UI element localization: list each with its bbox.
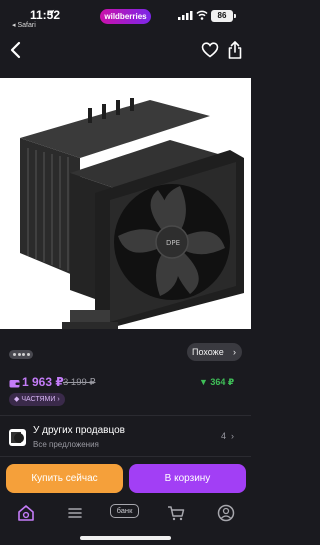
chevron-right-icon: › [231, 431, 235, 441]
other-sellers-subtitle: Все предложения [33, 440, 99, 449]
cpu-cooler-illustration: DPE [20, 98, 244, 329]
gallery-pager[interactable] [9, 350, 33, 359]
fan-hub-logo: DPE [166, 239, 180, 247]
wallet-icon [9, 380, 20, 388]
product-details: Похоже › 1 963 ₽ 3 199 ₽ ▼ 364 ₽ ◆ ЧАСТЯ… [0, 329, 251, 545]
similar-label: Похоже [192, 347, 224, 357]
status-bar: 11:52 ◂ Safari wildberries 86 [0, 0, 251, 30]
chevron-right-icon: › [233, 347, 236, 357]
old-price: 3 199 ₽ [63, 377, 96, 388]
brand-pill: wildberries [100, 9, 151, 24]
location-arrow-icon [47, 9, 55, 17]
home-icon[interactable] [16, 503, 36, 523]
cashback-badge[interactable]: ▼ 364 ₽ [199, 377, 234, 388]
product-image[interactable]: DPE [0, 78, 251, 329]
wifi-icon [196, 10, 208, 20]
heart-icon[interactable] [201, 41, 219, 59]
seller-product-thumbnail [9, 429, 26, 446]
installments-badge[interactable]: ◆ ЧАСТЯМИ › [9, 393, 65, 406]
bottom-tab-bar: банк [0, 499, 251, 529]
top-navigation [0, 30, 251, 78]
catalog-icon[interactable] [65, 503, 85, 523]
back-to-safari-link[interactable]: ◂ Safari [12, 21, 36, 29]
buy-now-button[interactable]: Купить сейчас [6, 464, 123, 493]
current-price: 1 963 ₽ [22, 375, 64, 389]
bank-tab[interactable]: банк [110, 504, 139, 518]
other-sellers-count: 4 › [221, 431, 235, 441]
other-sellers-title: У других продавцов [33, 425, 125, 436]
similar-button[interactable]: Похоже › [187, 343, 242, 361]
share-icon[interactable] [227, 40, 243, 60]
status-time: 11:52 [30, 8, 61, 22]
battery-indicator: 86 [211, 10, 236, 22]
home-indicator[interactable] [80, 536, 171, 540]
add-to-cart-button[interactable]: В корзину [129, 464, 246, 493]
profile-icon[interactable] [216, 503, 236, 523]
cart-icon[interactable] [166, 503, 186, 523]
other-sellers-row[interactable]: У других продавцов Все предложения 4 › [0, 415, 251, 457]
chevron-left-icon[interactable] [8, 40, 24, 60]
cellular-signal-icon [178, 11, 193, 20]
